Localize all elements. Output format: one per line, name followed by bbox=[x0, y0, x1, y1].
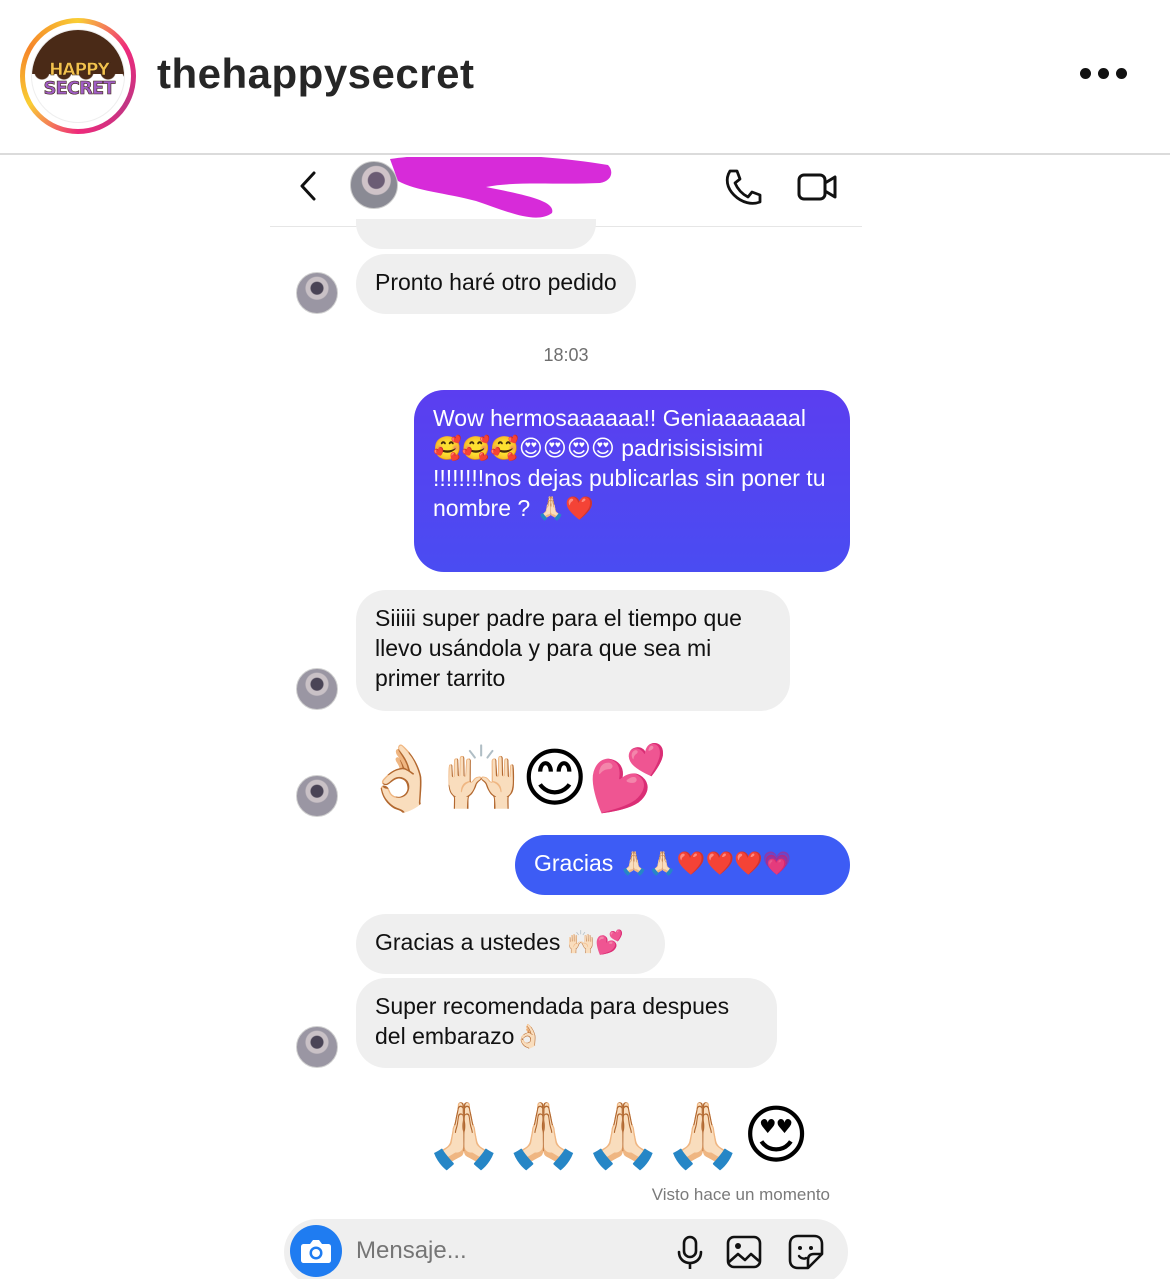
microphone-icon[interactable] bbox=[676, 1235, 704, 1271]
sender-avatar bbox=[296, 668, 338, 710]
logo-text-happy: HAPPY bbox=[49, 60, 110, 81]
seen-status: Visto hace un momento bbox=[651, 1185, 830, 1204]
phone-icon[interactable] bbox=[722, 167, 762, 207]
brand-logo: HAPPY SECRET bbox=[31, 29, 125, 123]
message-bubble-outgoing[interactable]: Gracias 🙏🏻🙏🏻❤️❤️❤️💗 bbox=[515, 835, 850, 895]
chevron-left-icon[interactable] bbox=[296, 169, 322, 203]
more-options-icon[interactable] bbox=[1078, 66, 1130, 82]
video-camera-icon[interactable] bbox=[796, 169, 838, 205]
message-bubble-incoming[interactable]: Siiiii super padre para el tiempo que ll… bbox=[356, 590, 790, 711]
sticker-icon[interactable] bbox=[788, 1234, 824, 1270]
camera-icon bbox=[301, 1240, 331, 1263]
post-header: HAPPY SECRET thehappysecret bbox=[0, 0, 1170, 155]
chat-header bbox=[270, 157, 862, 227]
logo-text-secret: SECRET bbox=[43, 78, 116, 100]
sender-avatar bbox=[296, 1026, 338, 1068]
cropped-message-bubble bbox=[356, 219, 596, 249]
dm-screenshot: Pronto haré otro pedido 18:03 Wow hermos… bbox=[270, 157, 862, 1279]
profile-avatar[interactable]: HAPPY SECRET bbox=[20, 18, 136, 134]
emoji-message-outgoing[interactable]: 🙏🏻🙏🏻🙏🏻🙏🏻😍 bbox=[424, 1097, 809, 1173]
emoji-message-incoming[interactable]: 👌🏻🙌🏻😊💕 bbox=[362, 740, 668, 816]
message-composer bbox=[284, 1219, 848, 1279]
message-bubble-outgoing[interactable]: Wow hermosaaaaaa!! Geniaaaaaaal 🥰🥰🥰😍😍😍😍 … bbox=[414, 390, 850, 572]
camera-button[interactable] bbox=[290, 1225, 342, 1277]
sender-avatar bbox=[296, 775, 338, 817]
redaction-scribble bbox=[390, 157, 612, 218]
message-bubble-incoming[interactable]: Pronto haré otro pedido bbox=[356, 254, 636, 314]
image-icon[interactable] bbox=[726, 1235, 762, 1269]
message-bubble-incoming[interactable]: Super recomendada para despues del embar… bbox=[356, 978, 777, 1068]
message-input[interactable] bbox=[356, 1237, 656, 1265]
chat-timestamp: 18:03 bbox=[543, 345, 589, 365]
message-bubble-incoming[interactable]: Gracias a ustedes 🙌🏻💕 bbox=[356, 914, 665, 974]
post-username[interactable]: thehappysecret bbox=[157, 50, 474, 98]
sender-avatar bbox=[296, 272, 338, 314]
